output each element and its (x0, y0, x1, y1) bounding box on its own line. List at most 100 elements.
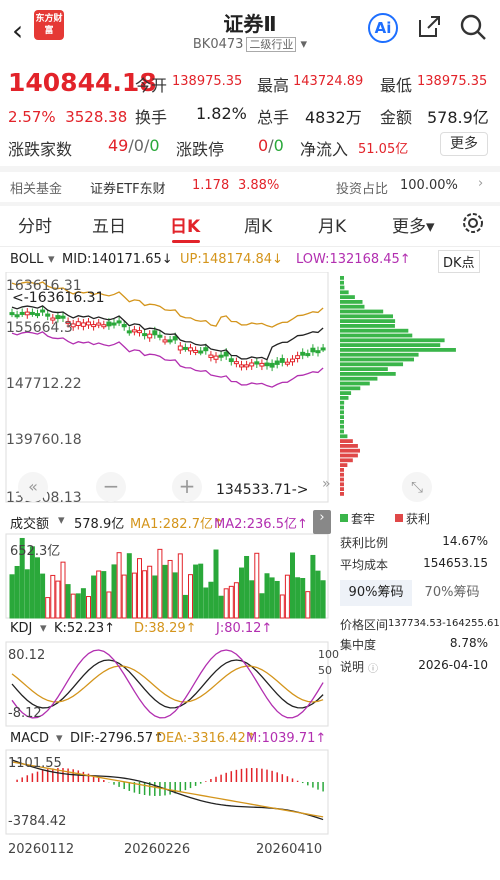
volume-bar (244, 555, 250, 619)
tab-daily-k[interactable]: 日K (170, 212, 200, 237)
volume-bar (111, 564, 117, 619)
volume-bar (70, 593, 76, 619)
chip-bar (340, 338, 445, 343)
kdj-legend[interactable]: KDJ ▾ K:52.23↑ D:38.29↑ J:80.12↑ (0, 618, 340, 640)
chip-bar (340, 410, 344, 415)
low-value: 138975.35 (417, 74, 488, 89)
volume-bar (142, 570, 148, 619)
scroll-right-button[interactable]: » (322, 476, 340, 500)
chip-bar (340, 391, 352, 395)
volume-bar (40, 573, 46, 619)
volume-bar (198, 563, 204, 619)
updown-count: 49/0/0 (108, 136, 160, 155)
volume-bar (86, 596, 91, 619)
inflow-value: 51.05亿 (358, 142, 409, 157)
chip-bar (340, 352, 419, 357)
volume-bar (269, 577, 275, 619)
max-marker: <-163616.31 (12, 290, 105, 306)
date-label-1: 20260112 (8, 842, 75, 857)
tab-monthly-k[interactable]: 月K (318, 212, 346, 237)
tab-chip-90[interactable]: 90%筹码 (340, 580, 412, 606)
volume-label: 总手 (257, 108, 290, 127)
volume-bar (279, 594, 285, 619)
chip-bar (340, 424, 344, 429)
chip-bar (340, 434, 348, 439)
macd-legend[interactable]: MACD ▾ DIF:-2796.57↑ DEA:-3316.42↑ M:1039… (0, 728, 340, 750)
volume-bar (284, 574, 290, 619)
related-fund-row[interactable]: 相关基金 证券ETF东财 1.178 3.88% 投资占比 100.00% › (0, 172, 500, 200)
more-button[interactable]: 更多 (440, 132, 488, 156)
axis-label-2: 155664.3 (6, 320, 73, 336)
volume-bar (213, 549, 219, 619)
tab-more[interactable]: 更多▾ (392, 212, 435, 237)
volume-bar (126, 553, 132, 619)
volume-bar (310, 554, 316, 619)
tab-weekly-k[interactable]: 周K (244, 212, 272, 237)
axis-label-3: 147712.22 (6, 376, 82, 392)
scroll-left-button[interactable]: « (18, 472, 48, 502)
open-label: 今开 (135, 76, 168, 95)
chip-bar (340, 439, 353, 443)
tab-chip-70[interactable]: 70%筹码 (416, 580, 488, 606)
updown-label: 涨跌家数 (8, 140, 73, 159)
active-tab-indicator (172, 240, 200, 243)
share-icon[interactable] (414, 12, 444, 42)
volume-axis-label: 652.3亿 (10, 544, 61, 559)
high-label: 最高 (257, 76, 290, 95)
chip-panel: 套牢 获利 获利比例 14.67% 平均成本 154653.15 90%筹码 7… (340, 510, 500, 680)
settings-gear-icon[interactable] (460, 210, 486, 236)
zoom-in-button[interactable]: + (172, 472, 202, 502)
top-bar: ‹ 东方财富 证券Ⅱ BK0473 二级行业 ▾ Ai (0, 0, 500, 62)
volume-bar (239, 567, 244, 619)
kdj-bottom-label: -8.12 (8, 706, 42, 721)
volume-bar (233, 582, 239, 619)
zoom-out-button[interactable]: − (96, 472, 126, 502)
chip-bar (340, 492, 344, 496)
chip-bar (340, 290, 349, 295)
volume-bar (50, 574, 56, 619)
legend-trapped-swatch (340, 514, 348, 522)
macd-bottom-label: -3784.42 (8, 814, 67, 829)
volume-bar (14, 565, 20, 619)
volume-bar (274, 580, 280, 619)
chip-bar (340, 300, 363, 304)
volume-bar (157, 548, 163, 619)
limit-count: 0/0 (258, 136, 284, 155)
tab-5day[interactable]: 五日 (92, 212, 126, 237)
search-icon[interactable] (458, 12, 488, 42)
legend-trapped: 套牢 (351, 512, 376, 526)
chip-bar (340, 324, 395, 328)
volume-bar (121, 574, 127, 619)
turnover-value: 1.82% (196, 104, 247, 123)
legend-profit: 获利 (406, 512, 431, 526)
range-value: 137734.53-164255.61 (388, 618, 500, 629)
chip-bar (340, 487, 344, 491)
chip-bar (340, 314, 394, 319)
volume-bar (45, 597, 51, 619)
profit-label: 获利比例 (340, 536, 389, 550)
expand-arrow-button[interactable]: › (313, 510, 331, 534)
info-icon: ⓘ (368, 664, 378, 675)
chip-bar (340, 386, 361, 391)
date-label-3: 20260410 (256, 842, 323, 857)
volume-bar (305, 591, 311, 619)
volume-bar (254, 552, 260, 619)
chip-date: 2026-04-10 (418, 658, 488, 672)
fullscreen-icon[interactable]: ⤡ (402, 472, 432, 502)
volume-bar (320, 580, 326, 619)
chip-bar (340, 405, 344, 410)
divider (0, 246, 500, 247)
dk-point-button[interactable]: DK点 (438, 250, 480, 273)
volume-bar (290, 552, 295, 619)
tab-intraday[interactable]: 分时 (18, 212, 52, 237)
period-tabs: 分时 五日 日K 周K 月K 更多▾ (0, 200, 500, 246)
boll-legend[interactable]: BOLL ▾ MID:140171.65↓ UP:148174.84↓ LOW:1… (0, 250, 500, 273)
chip-bar (340, 400, 345, 405)
volume-bar (177, 553, 183, 619)
volume-bar (295, 577, 301, 619)
volume-bar (80, 588, 86, 619)
ai-assistant-button[interactable]: Ai (368, 13, 398, 43)
chip-bar (340, 357, 415, 362)
volume-bar (75, 593, 81, 619)
volume-legend[interactable]: 成交额 ▾ 578.9亿 MA1:282.7亿↑ MA2:236.5亿↑ › (0, 510, 340, 534)
